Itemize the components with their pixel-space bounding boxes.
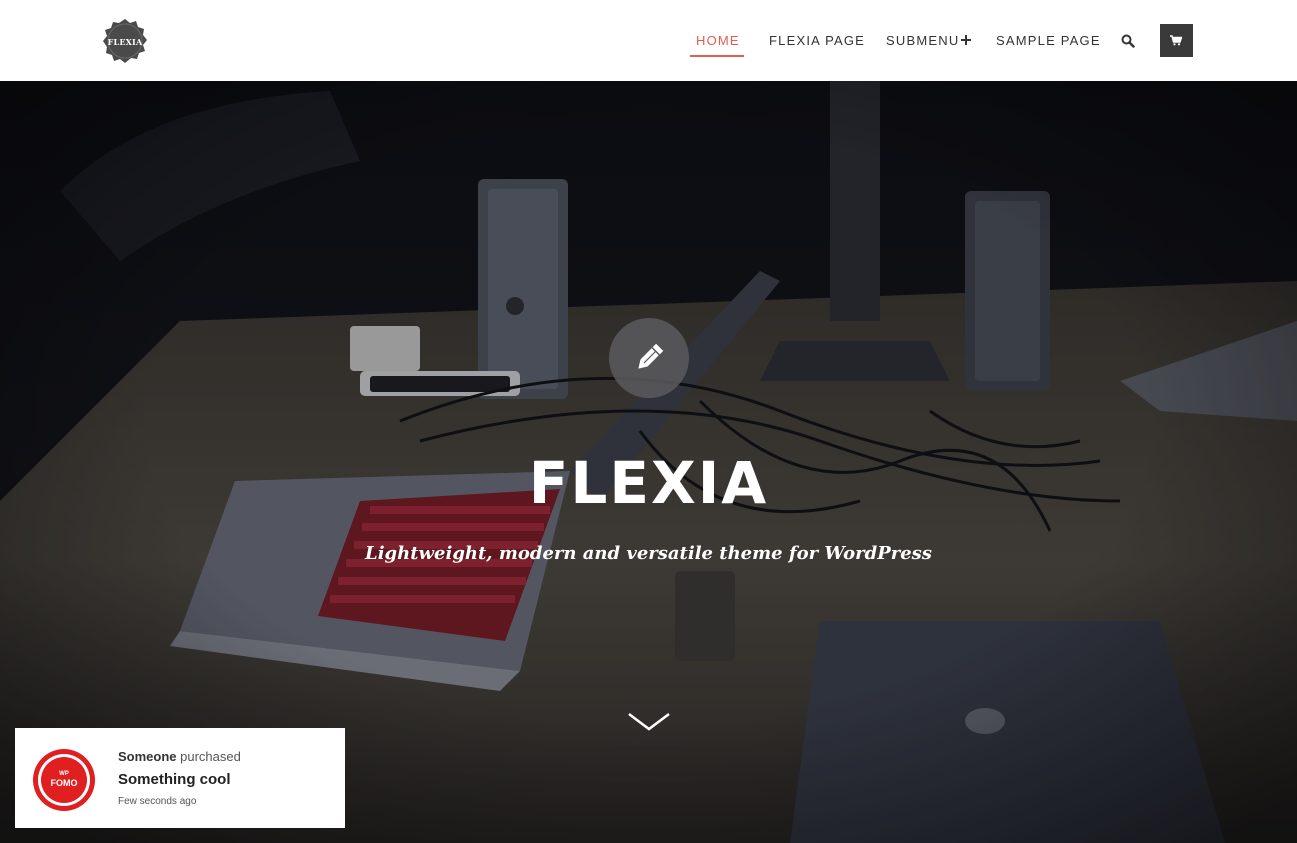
- site-header: FLEXIA HOME FLEXIA PAGE SUBMENU SAMPLE P…: [0, 0, 1297, 81]
- nav-item-submenu[interactable]: SUBMENU: [886, 33, 959, 51]
- notification-buyer: Someone: [118, 749, 177, 764]
- chevron-down-icon[interactable]: [627, 711, 671, 733]
- logo-wp-text: WP: [59, 771, 69, 777]
- notification-buyer-line: Someone purchased: [118, 749, 241, 764]
- pencil-icon: [609, 318, 689, 398]
- search-icon[interactable]: [1121, 34, 1135, 48]
- cart-button[interactable]: [1160, 24, 1193, 57]
- nav-item-flexia-page[interactable]: FLEXIA PAGE: [769, 33, 865, 51]
- wp-fomo-logo: WP FOMO: [32, 748, 96, 812]
- nav-active-underline: [690, 55, 744, 57]
- nav-item-sample-page[interactable]: SAMPLE PAGE: [996, 33, 1101, 51]
- hero-title: FLEXIA: [528, 449, 769, 517]
- cart-icon: [1170, 35, 1182, 46]
- notification-action: purchased: [180, 749, 241, 764]
- sales-notification-popup[interactable]: WP FOMO Someone purchased Something cool…: [15, 728, 345, 828]
- main-nav: HOME FLEXIA PAGE SUBMENU SAMPLE PAGE: [0, 0, 1297, 81]
- nav-item-home[interactable]: HOME: [696, 33, 740, 51]
- logo-fomo-text: FOMO: [50, 778, 78, 788]
- hero-tagline: Lightweight, modern and versatile theme …: [365, 543, 932, 564]
- notification-product[interactable]: Something cool: [118, 771, 231, 788]
- plus-icon[interactable]: [961, 35, 971, 45]
- notification-time: Few seconds ago: [118, 796, 197, 807]
